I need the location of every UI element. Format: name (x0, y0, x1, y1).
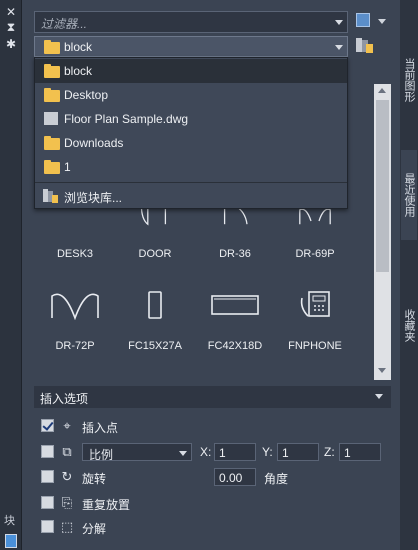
scale-icon: ⧉ (62, 444, 72, 459)
block-name: DR-72P (55, 340, 95, 352)
dropdown-item-label: Floor Plan Sample.dwg (64, 112, 189, 126)
palette-tab-rail: 当前图形 最近使用 收藏夹 (400, 0, 418, 550)
block-tile[interactable]: DR-72P (35, 290, 115, 360)
dropdown-item[interactable]: Downloads (35, 131, 347, 155)
scale-z-field[interactable]: 1 (339, 443, 381, 461)
scale-x-field[interactable]: 1 (214, 443, 256, 461)
tab-recent[interactable]: 最近使用 (401, 150, 417, 240)
block-name: DOOR (138, 248, 172, 260)
collapse-chevron-icon[interactable] (375, 394, 383, 399)
scrollbar-thumb[interactable] (376, 100, 389, 272)
folder-icon (44, 136, 60, 150)
cabinet-thumbnail (148, 291, 162, 319)
repeat-placement-checkbox[interactable] (41, 496, 54, 509)
palette-left-rail: ✕ ⧗ ✱ 块 (0, 0, 22, 550)
scale-y-field[interactable]: 1 (277, 443, 319, 461)
block-name: FC15X27A (128, 340, 182, 352)
insertion-point-icon: ⌖ (63, 418, 71, 433)
block-tile[interactable]: DR-36 (195, 200, 275, 270)
dropdown-item[interactable]: Floor Plan Sample.dwg (35, 107, 347, 131)
folder-icon (44, 160, 60, 174)
tab-current-drawing[interactable]: 当前图形 (401, 30, 417, 130)
library-path-value: block (64, 40, 93, 54)
filter-input[interactable]: 过滤器... (34, 11, 348, 33)
insert-options-title: 插入选项 (40, 392, 89, 406)
folder-icon (44, 40, 60, 54)
explode-icon: ⬚ (60, 519, 74, 534)
angle-label: 角度 (264, 472, 289, 486)
view-mode-icon[interactable] (356, 13, 370, 27)
dropdown-item[interactable]: 1 (35, 155, 347, 179)
palette-title: 块 (4, 515, 15, 527)
folder-icon (44, 88, 60, 102)
dropdown-item-label: Downloads (64, 136, 124, 150)
block-library-icon[interactable] (356, 38, 374, 54)
block-tile[interactable]: FC15X27A (115, 290, 195, 360)
dropdown-item-label: block (64, 64, 93, 78)
chevron-down-icon[interactable] (179, 451, 187, 456)
scale-mode-value: 比例 (89, 448, 114, 462)
properties-gear-icon[interactable]: ✱ (3, 36, 19, 52)
scale-mode-select[interactable]: 比例 (82, 443, 192, 462)
dropdown-item-label: 1 (64, 160, 71, 174)
repeat-placement-icon: ⎘ (61, 495, 73, 510)
rotation-angle-field[interactable]: 0.00 (214, 468, 256, 486)
browse-library-label: 浏览块库... (64, 191, 123, 205)
folder-icon (44, 64, 60, 78)
block-name: DR-36 (219, 248, 251, 260)
insertion-point-checkbox[interactable] (41, 419, 54, 432)
cabinet-thumbnail (211, 295, 259, 315)
chevron-down-icon[interactable] (335, 45, 343, 50)
scale-x-label: X: (200, 445, 212, 459)
block-tile[interactable]: FNPHONE (275, 290, 355, 360)
explode-label: 分解 (82, 522, 107, 536)
library-path-select[interactable]: block (34, 36, 348, 57)
block-tile[interactable]: DR-69P (275, 200, 355, 270)
browse-block-library-item[interactable]: 浏览块库... (35, 184, 347, 208)
dropdown-item[interactable]: block (35, 59, 347, 83)
dropdown-item[interactable]: Desktop (35, 83, 347, 107)
block-library-icon (43, 189, 59, 204)
rotation-checkbox[interactable] (41, 470, 54, 483)
scale-y-label: Y: (262, 445, 273, 459)
tab-favorites[interactable]: 收藏夹 (401, 290, 417, 360)
scale-checkbox[interactable] (41, 445, 54, 458)
library-path-dropdown: block Desktop Floor Plan Sample.dwg Down… (34, 57, 348, 209)
dropdown-item-label: Desktop (64, 88, 109, 102)
close-icon[interactable]: ✕ (3, 4, 19, 20)
scroll-up-icon[interactable] (378, 88, 386, 93)
explode-checkbox[interactable] (41, 520, 54, 533)
dropdown-separator (35, 182, 347, 183)
rotation-label: 旋转 (82, 472, 107, 486)
dwg-file-icon (44, 112, 58, 125)
insertion-point-label: 插入点 (82, 421, 119, 435)
scale-z-label: Z: (324, 445, 335, 459)
scroll-down-icon[interactable] (378, 368, 386, 373)
filter-placeholder: 过滤器... (41, 17, 88, 31)
block-name: FC42X18D (207, 340, 263, 352)
phone-thumbnail (300, 291, 330, 317)
block-tile[interactable]: DOOR (115, 200, 195, 270)
door-thumbnail (51, 293, 99, 320)
view-mode-chevron-icon[interactable] (378, 19, 386, 24)
block-tile[interactable]: FC42X18D (195, 290, 275, 360)
chevron-down-icon[interactable] (335, 20, 343, 25)
block-palette-icon (5, 534, 17, 548)
repeat-placement-label: 重复放置 (82, 498, 131, 512)
block-name: DESK3 (56, 248, 94, 260)
block-tile[interactable]: DESK3 (35, 200, 115, 270)
rotate-icon: ↻ (61, 469, 73, 484)
insert-options-header[interactable]: 插入选项 (34, 386, 391, 408)
block-name: FNPHONE (288, 340, 342, 352)
auto-hide-icon[interactable]: ⧗ (3, 19, 19, 35)
block-name: DR-69P (295, 248, 335, 260)
